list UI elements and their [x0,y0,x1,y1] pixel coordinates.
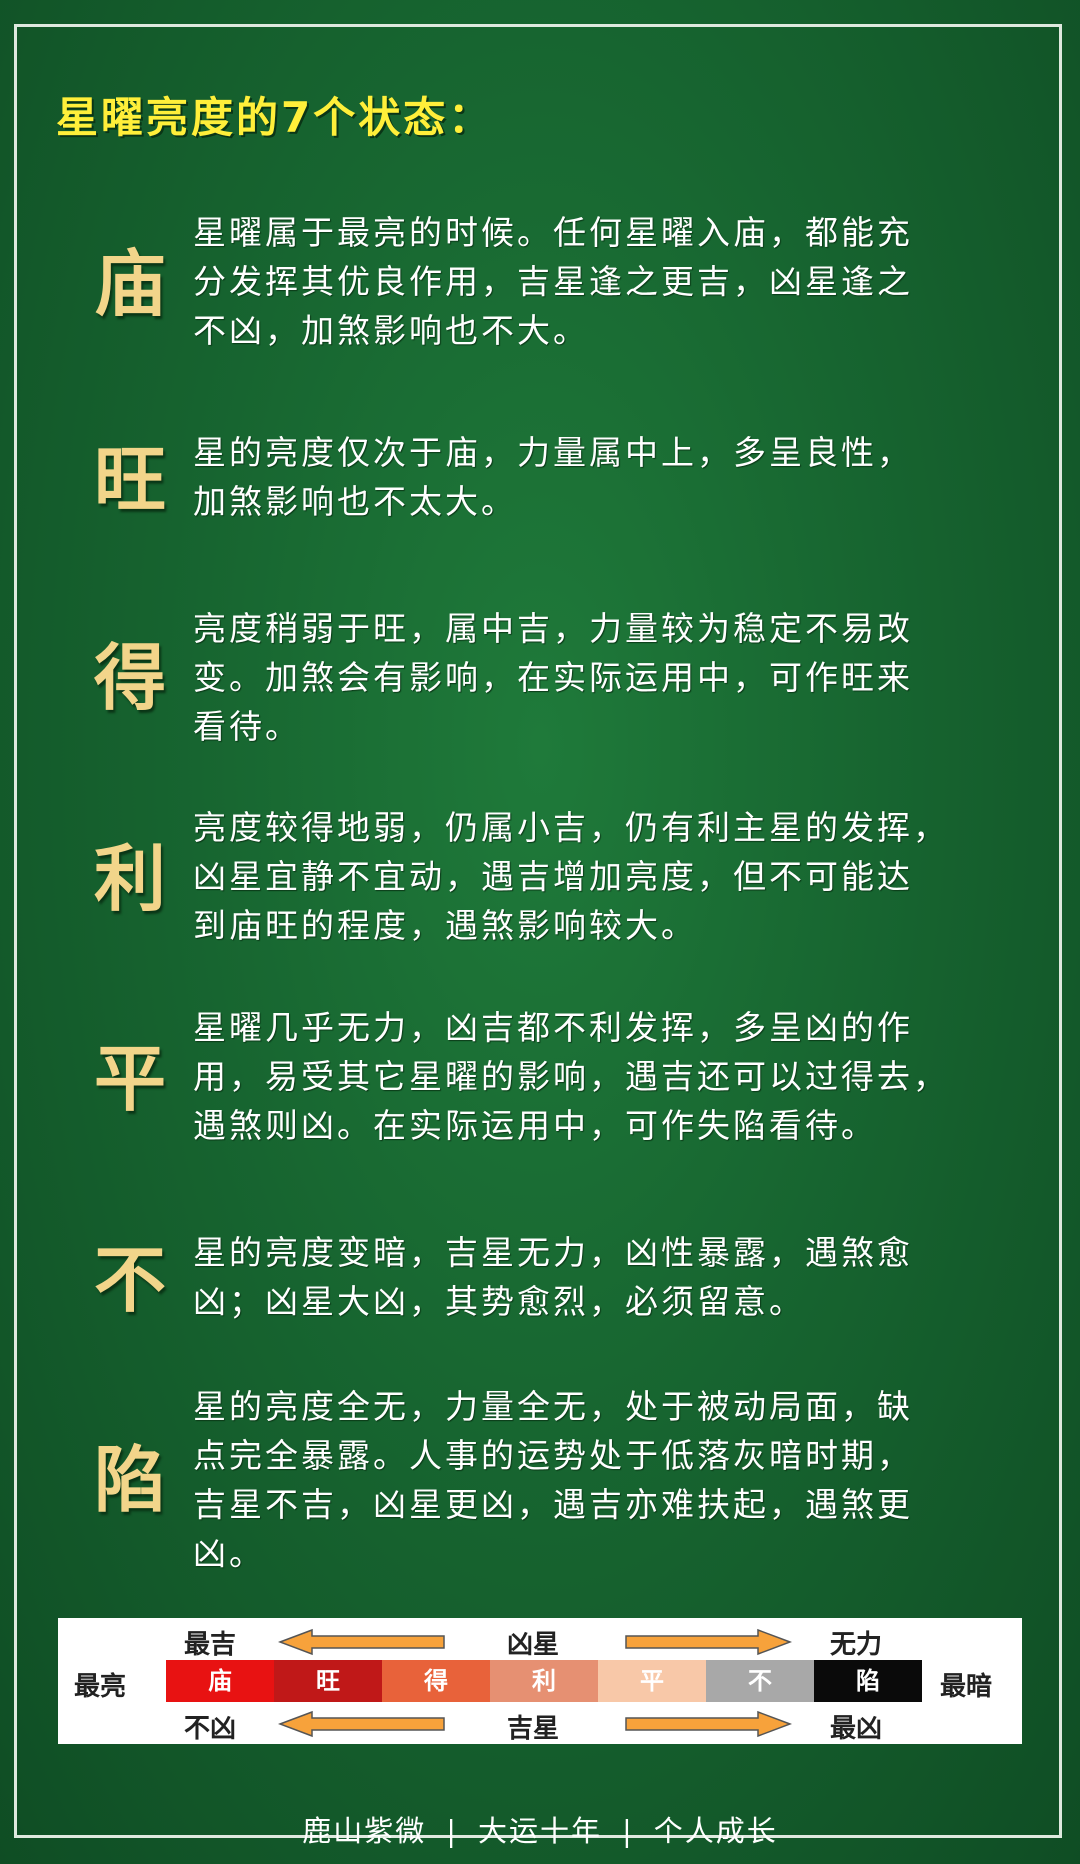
scale-bottom-label: 不凶 [184,1714,237,1744]
scale-bottom-label: 吉星 [507,1714,560,1744]
scale-segment: 旺 [274,1660,382,1702]
footer-item: 鹿山紫微 [302,1814,427,1848]
description-line: 变。加煞会有影响，在实际运用中，可作旺来 [193,658,913,697]
scale-bottom-label: 最凶 [830,1714,883,1744]
description-line: 亮度稍弱于旺，属中吉，力量较为稳定不易改 [193,609,913,648]
scale-top-label: 最吉 [184,1630,237,1660]
scale-right-label: 最暗 [940,1672,993,1702]
scale-segment: 得 [382,1660,490,1702]
brightness-scale: 最亮 最暗 最吉 凶星 无力 不凶 吉星 最凶 庙 旺 得 利 平 不 陷 [58,1618,1022,1744]
description-line: 吉星不吉，凶星更凶，遇吉亦难扶起，遇煞更 [193,1485,913,1524]
state-char: 庙 [93,241,166,326]
scale-segment: 平 [598,1660,706,1702]
state-description: 亮度稍弱于旺，属中吉，力量较为稳定不易改 变。加煞会有影响，在实际运用中，可作旺… [193,604,1033,751]
description-line: 星曜几乎无力，凶吉都不利发挥，多呈凶的作 [193,1008,913,1047]
state-description: 星的亮度变暗，吉星无力，凶性暴露，遇煞愈 凶；凶星大凶，其势愈烈，必须留意。 [193,1228,1033,1326]
state-description: 星曜几乎无力，凶吉都不利发挥，多呈凶的作 用，易受其它星曜的影响，遇吉还可以过得… [193,1003,1033,1150]
description-line: 星的亮度全无，力量全无，处于被动局面，缺 [193,1387,913,1426]
footer: 鹿山紫微 | 大运十年 | 个人成长 [0,1808,1080,1850]
description-line: 加煞影响也不太大。 [193,482,517,521]
description-line: 星的亮度仅次于庙，力量属中上，多呈良性， [193,433,913,472]
right-arrow-icon [625,1628,792,1656]
scale-segment: 不 [706,1660,814,1702]
state-char: 不 [93,1237,166,1322]
scale-left-label: 最亮 [74,1672,127,1702]
state-description: 亮度较得地弱，仍属小吉，仍有利主星的发挥， 凶星宜静不宜动，遇吉增加亮度，但不可… [193,803,1033,950]
page-title: 星曜亮度的7个状态： [56,93,494,142]
description-line: 凶星宜静不宜动，遇吉增加亮度，但不可能达 [193,857,913,896]
state-char: 陷 [93,1437,166,1522]
scale-segment: 庙 [166,1660,274,1702]
scale-segment: 陷 [814,1660,922,1702]
description-line: 到庙旺的程度，遇煞影响较大。 [193,906,697,945]
description-line: 不凶，加煞影响也不大。 [193,311,589,350]
footer-separator: | [446,1814,458,1848]
description-line: 用，易受其它星曜的影响，遇吉还可以过得去， [193,1057,949,1096]
scale-top-label: 无力 [830,1630,883,1660]
state-char: 利 [93,836,166,921]
description-line: 亮度较得地弱，仍属小吉，仍有利主星的发挥， [193,808,949,847]
scale-top-label: 凶星 [507,1630,560,1660]
left-arrow-icon [278,1628,445,1656]
description-line: 凶；凶星大凶，其势愈烈，必须留意。 [193,1282,805,1321]
description-line: 看待。 [193,707,301,746]
description-line: 星曜属于最亮的时候。任何星曜入庙，都能充 [193,213,913,252]
footer-separator: | [622,1814,634,1848]
description-line: 凶。 [193,1534,265,1573]
left-arrow-icon [278,1710,445,1738]
description-line: 星的亮度变暗，吉星无力，凶性暴露，遇煞愈 [193,1233,913,1272]
state-description: 星的亮度全无，力量全无，处于被动局面，缺 点完全暴露。人事的运势处于低落灰暗时期… [193,1382,1033,1578]
description-line: 分发挥其优良作用，吉星逢之更吉，凶星逢之 [193,262,913,301]
footer-item: 个人成长 [653,1814,778,1848]
state-char: 平 [93,1036,166,1121]
description-line: 点完全暴露。人事的运势处于低落灰暗时期， [193,1436,913,1475]
state-description: 星曜属于最亮的时候。任何星曜入庙，都能充 分发挥其优良作用，吉星逢之更吉，凶星逢… [193,208,1033,355]
state-char: 旺 [93,437,166,522]
description-line: 遇煞则凶。在实际运用中，可作失陷看待。 [193,1106,877,1145]
state-description: 星的亮度仅次于庙，力量属中上，多呈良性， 加煞影响也不太大。 [193,428,1033,526]
state-char: 得 [93,635,166,720]
right-arrow-icon [625,1710,792,1738]
footer-item: 大运十年 [477,1814,602,1848]
scale-segment: 利 [490,1660,598,1702]
